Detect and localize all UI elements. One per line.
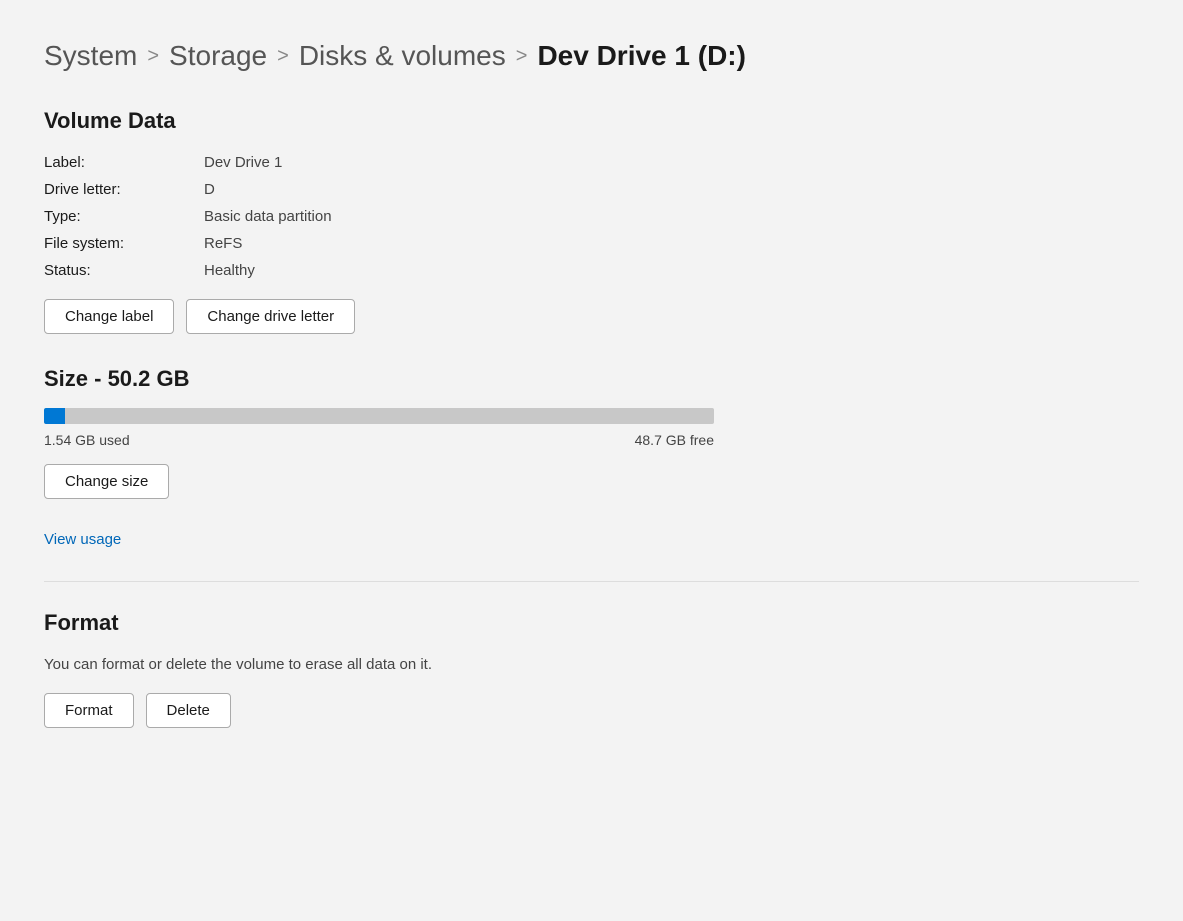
label-field-label: Label:: [44, 154, 204, 171]
volume-data-grid: Label: Dev Drive 1 Drive letter: D Type:…: [44, 154, 1139, 279]
type-label: Type:: [44, 208, 204, 225]
delete-button[interactable]: Delete: [146, 693, 231, 728]
change-size-button[interactable]: Change size: [44, 464, 169, 499]
drive-letter-label: Drive letter:: [44, 181, 204, 198]
type-value: Basic data partition: [204, 208, 1139, 225]
breadcrumb-system[interactable]: System: [44, 40, 137, 72]
file-system-label: File system:: [44, 235, 204, 252]
label-field-value: Dev Drive 1: [204, 154, 1139, 171]
breadcrumb-storage[interactable]: Storage: [169, 40, 267, 72]
storage-used-fill: [44, 408, 65, 424]
breadcrumb-sep-2: >: [277, 45, 289, 68]
format-buttons: Format Delete: [44, 693, 1139, 728]
format-title: Format: [44, 610, 1139, 636]
size-section: Size - 50.2 GB 1.54 GB used 48.7 GB free…: [44, 366, 1139, 549]
change-label-button[interactable]: Change label: [44, 299, 174, 334]
breadcrumb-current: Dev Drive 1 (D:): [537, 40, 746, 72]
used-label: 1.54 GB used: [44, 432, 130, 448]
breadcrumb-disks-volumes[interactable]: Disks & volumes: [299, 40, 506, 72]
volume-data-buttons: Change label Change drive letter: [44, 299, 1139, 334]
drive-letter-value: D: [204, 181, 1139, 198]
breadcrumb-sep-1: >: [147, 45, 159, 68]
volume-data-section: Volume Data Label: Dev Drive 1 Drive let…: [44, 108, 1139, 334]
format-button[interactable]: Format: [44, 693, 134, 728]
size-buttons: Change size: [44, 464, 1139, 499]
volume-data-title: Volume Data: [44, 108, 1139, 134]
format-description: You can format or delete the volume to e…: [44, 656, 1139, 673]
storage-labels: 1.54 GB used 48.7 GB free: [44, 432, 714, 448]
format-section: Format You can format or delete the volu…: [44, 610, 1139, 728]
storage-progress-bar: [44, 408, 714, 424]
change-drive-letter-button[interactable]: Change drive letter: [186, 299, 355, 334]
free-label: 48.7 GB free: [635, 432, 714, 448]
status-value: Healthy: [204, 262, 1139, 279]
size-title: Size - 50.2 GB: [44, 366, 1139, 392]
file-system-value: ReFS: [204, 235, 1139, 252]
status-label: Status:: [44, 262, 204, 279]
view-usage-link[interactable]: View usage: [44, 531, 121, 548]
breadcrumb: System > Storage > Disks & volumes > Dev…: [44, 40, 1139, 72]
breadcrumb-sep-3: >: [516, 45, 528, 68]
section-divider: [44, 581, 1139, 582]
